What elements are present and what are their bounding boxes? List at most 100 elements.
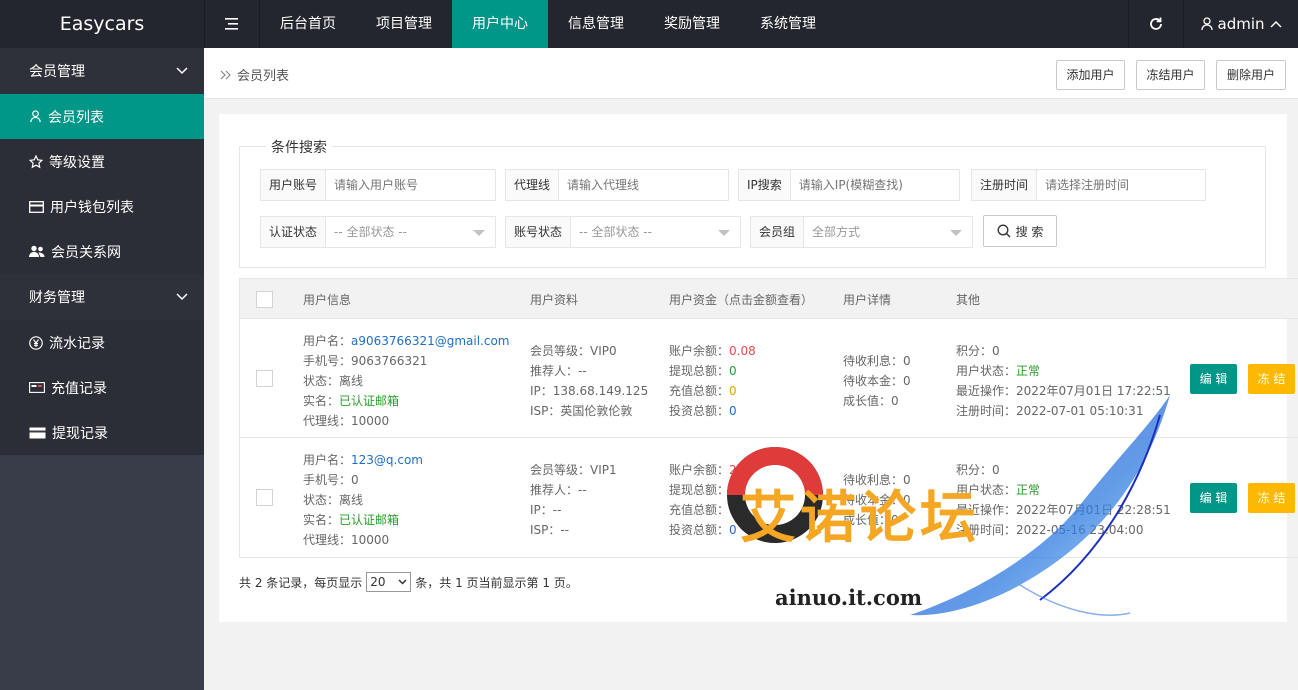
withdraw-value[interactable]: 0 [729,364,737,378]
reg-time-line: 注册时间：2022-07-01 05:10:31 [956,404,1144,418]
pagination: 共 2 条记录，每页显示 20 条，共 1 页当前显示第 1 页。 [239,572,578,592]
search-legend: 条件搜索 [266,137,332,157]
freeze-button[interactable]: 冻 结 [1248,364,1295,394]
sidebar-item-wallet-list[interactable]: 用户钱包列表 [0,184,204,229]
username-line: 用户名：123@q.com [303,450,423,470]
balance-label: 账户余额： [669,463,730,477]
balance-value[interactable]: 0.08 [729,344,756,358]
freeze-button[interactable]: 冻 结 [1248,483,1295,513]
delete-user-button[interactable]: 删除用户 [1216,60,1286,90]
sidebar-item-relation-network[interactable]: 会员关系网 [0,229,204,274]
account-status-select[interactable]: -- 全部状态 -- [571,217,740,247]
level-line: 会员等级：VIP0 [530,344,617,358]
withdraw-value[interactable]: 0 [729,483,737,497]
sidebar: 会员管理 会员列表 等级设置 用户钱包列表 会员关系网 财务管理 流水记录 充值… [0,48,204,690]
menu-toggle-button[interactable] [204,0,260,48]
refresh-icon [1150,17,1162,30]
nav-info[interactable]: 信息管理 [548,0,644,48]
breadcrumb-current[interactable]: 会员列表 [237,65,289,84]
account-status-group: 账号状态 -- 全部状态 -- [505,216,741,248]
nav-system[interactable]: 系统管理 [740,0,836,48]
ip-line: IP：138.68.149.125 [530,384,649,398]
sidebar-item-label: 流水记录 [49,335,105,352]
auth-status-select[interactable]: -- 全部状态 -- [326,217,495,247]
state-value: 正常 [1016,483,1041,497]
sidebar-item-member-list[interactable]: 会员列表 [0,94,204,139]
sidebar-item-label: 等级设置 [49,154,105,171]
recharge-value[interactable]: 0 [729,384,737,398]
balance-value[interactable]: 2403 [729,463,760,477]
user-menu[interactable]: admin [1184,0,1298,48]
referrer-line: 推荐人：-- [530,483,587,497]
user-info-cell: 用户名：a9063766321@gmail.com 手机号：9063766321… [303,331,510,431]
points-line: 积分：0 [956,344,1000,358]
select-all-checkbox[interactable] [256,291,273,308]
edit-button[interactable]: 编 辑 [1190,364,1237,394]
withdraw-label: 提现总额： [669,483,730,497]
interest-line: 待收利息：0 [843,473,911,487]
invest-line: 投资总额：0 [669,520,760,540]
nav-user-center[interactable]: 用户中心 [452,0,548,48]
isp-line: ISP：英国伦敦伦敦 [530,404,633,418]
username-link[interactable]: a9063766321@gmail.com [351,334,509,348]
invest-value[interactable]: 0 [729,404,737,418]
sidebar-item-label: 用户钱包列表 [50,199,134,216]
page-size-select[interactable]: 20 [366,572,412,592]
nav-home[interactable]: 后台首页 [260,0,356,48]
app-logo[interactable]: Easycars [0,0,204,48]
agent-search-group: 代理线 [505,169,729,201]
agent-line: 代理线：10000 [303,414,390,428]
ip-input[interactable] [790,170,959,200]
sidebar-group-label: 会员管理 [29,64,85,80]
sidebar-item-flow-records[interactable]: 流水记录 [0,320,204,365]
principal-line: 待收本金：0 [843,493,911,507]
isp-line: ISP：-- [530,523,570,537]
double-chevron-right-icon [220,70,231,79]
sidebar-item-level-settings[interactable]: 等级设置 [0,139,204,184]
search-button[interactable]: 搜 索 [983,215,1057,247]
account-input[interactable] [326,170,495,200]
recharge-label: 充值总额： [669,503,730,517]
ip-label: IP搜索 [739,170,791,200]
search-fieldset: 条件搜索 用户账号 代理线 IP搜索 注册时间 认证状态 -- 全部状态 -- … [239,137,1266,268]
agent-input[interactable] [559,170,728,200]
username-label: admin [1217,15,1265,33]
chevron-down-icon [176,293,188,301]
refresh-button[interactable] [1128,0,1184,48]
status-label: 状态： [303,374,340,388]
header-user-info: 用户信息 [303,293,352,307]
table-row: 用户名：a9063766321@gmail.com 手机号：9063766321… [240,319,1298,438]
recharge-line: 充值总额：0 [669,500,760,520]
username-link[interactable]: 123@q.com [351,453,423,467]
user-icon [30,110,41,123]
other-cell: 积分：0 用户状态：正常 最近操作：2022年07月01日 22:28:51 注… [956,460,1171,540]
recharge-icon [29,382,45,393]
state-line: 用户状态：正常 [956,480,1171,500]
nav-rewards[interactable]: 奖励管理 [644,0,740,48]
recharge-value[interactable]: 0 [729,503,737,517]
row-checkbox[interactable] [256,370,273,387]
search-button-label: 搜 索 [1015,224,1044,239]
status-label: 状态： [303,493,340,507]
status-value: 离线 [339,374,364,388]
row-checkbox[interactable] [256,489,273,506]
regtime-label: 注册时间 [972,170,1038,200]
freeze-user-button[interactable]: 冻结用户 [1136,60,1205,90]
header-other: 其他 [956,293,981,307]
top-bar: Easycars 后台首页 项目管理 用户中心 信息管理 奖励管理 系统管理 a… [0,0,1298,48]
sidebar-item-recharge-records[interactable]: 充值记录 [0,365,204,410]
chevron-up-icon [1269,20,1282,28]
invest-value[interactable]: 0 [729,523,737,537]
profile-cell: 会员等级：VIP0 推荐人：-- IP：138.68.149.125 ISP：英… [530,341,648,421]
invest-label: 投资总额： [669,523,730,537]
add-user-button[interactable]: 添加用户 [1056,60,1125,90]
member-group-select[interactable]: 全部方式 [804,217,972,247]
edit-button[interactable]: 编 辑 [1190,483,1237,513]
growth-line: 成长值：0 [843,513,899,527]
sidebar-group-members[interactable]: 会员管理 [0,48,204,94]
withdraw-line: 提现总额：0 [669,480,760,500]
sidebar-group-finance[interactable]: 财务管理 [0,274,204,320]
nav-projects[interactable]: 项目管理 [356,0,452,48]
regtime-input[interactable] [1037,170,1205,200]
sidebar-item-withdraw-records[interactable]: 提现记录 [0,410,204,455]
